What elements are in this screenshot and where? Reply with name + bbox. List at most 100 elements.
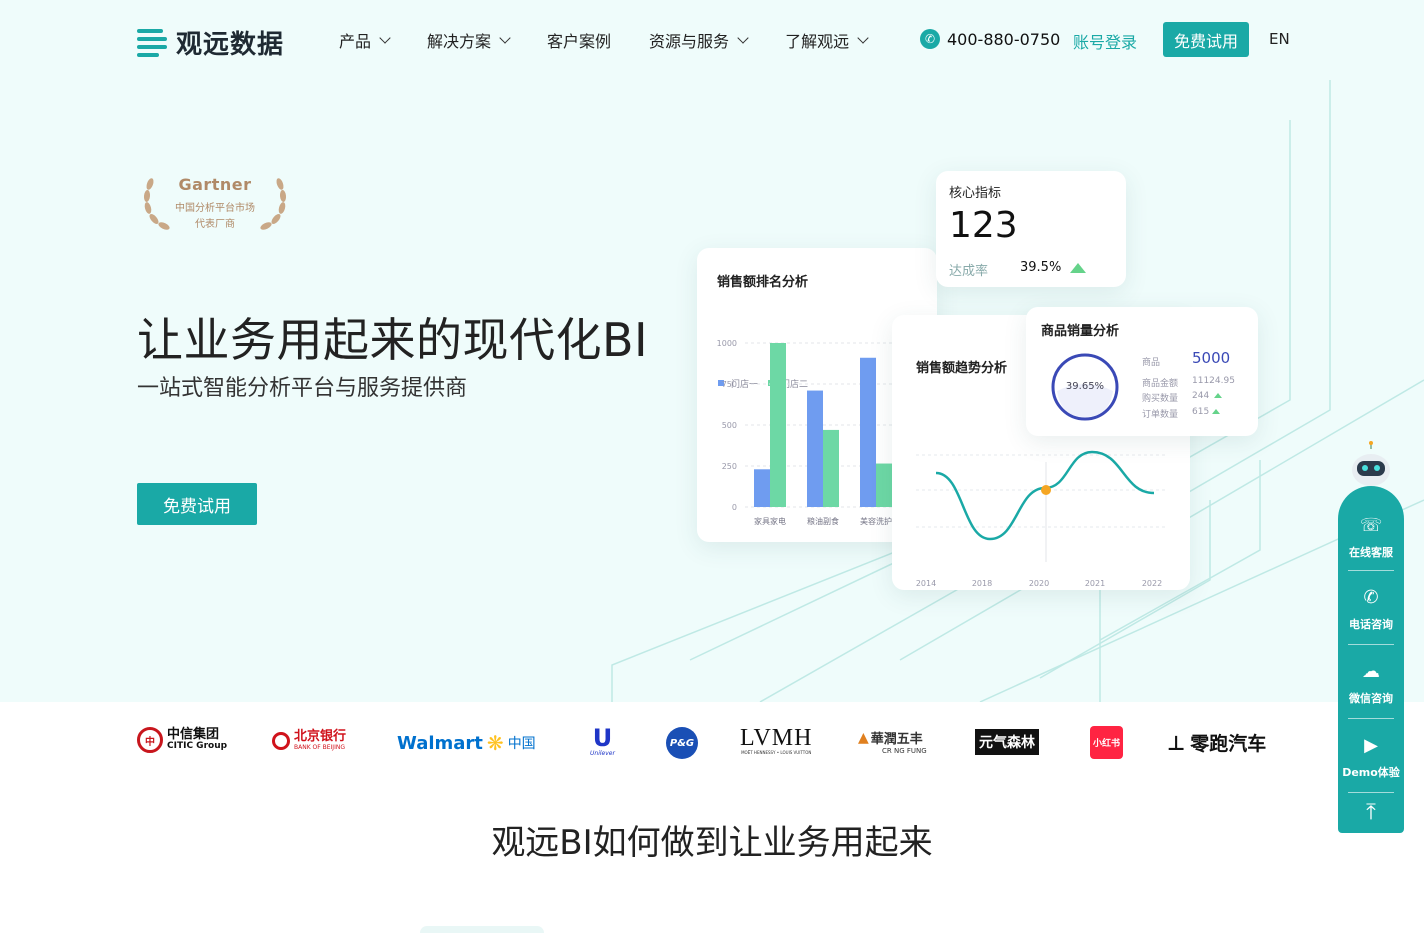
section-title: 观远BI如何做到让业务用起来 (491, 823, 933, 863)
sales-row-value: 11124.95 (1192, 376, 1235, 386)
trend-chart-group: 2014 2018 2020 2021 2022 (916, 450, 1166, 588)
x-tick-label: 2014 (916, 579, 936, 588)
bank-emblem-icon (272, 732, 290, 750)
x-tick-label: 2022 (1142, 579, 1162, 588)
sales-row-label: 商品金额 (1142, 379, 1179, 389)
sales-row-label: 订单数量 (1142, 410, 1179, 420)
logo-text: CITIC Group (167, 741, 228, 751)
product-sales-card: 商品销量分析 39.65% 商品 5000 商品金额 11124.95 购买数量… (1026, 307, 1258, 436)
trend-up-icon (1214, 393, 1222, 398)
phone-number: 400-880-0750 (947, 29, 1061, 49)
trend-up-icon (1212, 409, 1220, 414)
nav-item-resources[interactable]: 资源与服务 (649, 28, 749, 52)
gartner-badge: Gartner 中国分析平台市场 代表厂商 (141, 172, 289, 236)
trend-up-icon (1070, 263, 1086, 273)
logo-pg: P&G (666, 727, 698, 759)
hero-subtitle: 一站式智能分析平台与服务提供商 (137, 376, 468, 401)
x-tick-label: 粮油副食 (807, 516, 839, 526)
sales-row-value: 244 (1192, 391, 1210, 401)
headset-icon: ☏ (1359, 515, 1383, 536)
leapmotor-mark-icon: ⊥ (1167, 730, 1186, 755)
logo-genki-forest: 元气森林 (975, 729, 1039, 755)
logo-text: 中国 (507, 736, 536, 752)
chevron-down-icon (857, 31, 869, 44)
logo-text: 元气森林 (975, 729, 1039, 755)
back-to-top-icon[interactable]: ⤒ (1338, 800, 1404, 825)
highlight-marker (1041, 485, 1051, 495)
bar (754, 469, 770, 507)
logo-leapmotor: ⊥ 零跑汽车 (1167, 729, 1266, 756)
logo-cr-ng-fung: ▲ 華潤五丰 CR NG FUNG (858, 728, 927, 756)
free-trial-button[interactable]: 免费试用 (1163, 22, 1249, 57)
x-tick-label: 美容洗护 (860, 516, 892, 526)
site-header: 观远数据 产品 解决方案 客户案例 资源与服务 了解观远 ✆ 400-880-0… (0, 0, 1424, 80)
brand-name: 观远数据 (176, 30, 285, 60)
x-tick-label: 2018 (972, 579, 992, 588)
nav-item-about[interactable]: 了解观远 (785, 28, 869, 52)
side-item-online-service[interactable]: ☏ 在线客服 (1338, 516, 1404, 560)
nav-item-solutions[interactable]: 解决方案 (427, 28, 511, 52)
x-tick-label: 家具家电 (754, 516, 786, 526)
nav-item-label: 解决方案 (427, 32, 492, 51)
logo-text: P&G (666, 727, 698, 759)
phone-contact[interactable]: ✆ 400-880-0750 (920, 29, 1060, 49)
logo-text: CR NG FUNG (882, 747, 927, 755)
logo-text: Walmart (397, 732, 483, 754)
logo-text: 零跑汽车 (1190, 733, 1267, 755)
unilever-u-icon: U (592, 724, 613, 752)
side-divider (1348, 644, 1394, 645)
x-tick-label: 2020 (1029, 579, 1049, 588)
logo-xiaohongshu: 小红书 (1090, 726, 1123, 759)
side-item-label: 微信咨询 (1349, 692, 1393, 705)
side-item-label: 在线客服 (1349, 546, 1393, 559)
play-icon: ▶ (1364, 735, 1378, 756)
logo-text: 中信集团 (167, 727, 220, 742)
chevron-down-icon (737, 31, 749, 44)
logo-citic: 中 中信集团 CITIC Group (137, 727, 227, 753)
side-item-wechat[interactable]: ☁ 微信咨询 (1338, 662, 1404, 706)
ring-percent: 39.65% (1065, 381, 1105, 392)
logo-unilever: U Unilever (590, 726, 615, 757)
scroll-tab-pill[interactable] (420, 926, 544, 933)
sales-row-value-product: 5000 (1192, 349, 1231, 367)
logo-bank-of-beijing: 北京银行 BANK OF BEIJING (272, 730, 346, 752)
logo-text: MOËT HENNESSY • LOUIS VUITTON (741, 750, 812, 755)
bar (823, 429, 839, 507)
trend-line (935, 450, 1155, 541)
cr-mark-icon: ▲ (858, 729, 869, 746)
achievement-label: 达成率 (949, 264, 989, 279)
badge-line: 中国分析平台市场 (175, 203, 255, 214)
nav-item-label: 资源与服务 (649, 32, 730, 51)
y-tick-label: 1000 (717, 339, 737, 348)
sales-row-value: 615 (1192, 407, 1210, 417)
hero-free-trial-button[interactable]: 免费试用 (137, 483, 257, 525)
bar (770, 343, 786, 507)
logo-text: Unilever (590, 750, 615, 757)
nav-item-label: 了解观远 (785, 32, 850, 51)
core-metric-title: 核心指标 (949, 186, 1002, 201)
brand-logo[interactable]: 观远数据 (137, 24, 284, 61)
y-tick-label: 0 (732, 503, 737, 512)
side-item-label: Demo体验 (1342, 766, 1400, 779)
nav-item-cases[interactable]: 客户案例 (547, 28, 611, 52)
badge-title: Gartner (178, 175, 252, 194)
robot-assistant-icon[interactable] (1346, 440, 1396, 490)
logo-text: 華潤五丰 (870, 732, 923, 747)
core-metric-card: 核心指标 123 达成率 39.5% (936, 171, 1126, 287)
side-item-demo[interactable]: ▶ Demo体验 (1338, 736, 1404, 780)
logo-text: LVMH (740, 725, 813, 751)
logo-text: 小红书 (1090, 726, 1123, 759)
chevron-down-icon (379, 31, 391, 44)
badge-line: 代表厂商 (195, 219, 235, 230)
side-contact-widget: ☏ 在线客服 ✆ 电话咨询 ☁ 微信咨询 ▶ Demo体验 ⤒ (1338, 486, 1404, 833)
phone-icon: ✆ (1363, 587, 1379, 608)
language-switch[interactable]: EN (1269, 30, 1290, 48)
brand-logo-icon (137, 28, 167, 58)
side-item-phone[interactable]: ✆ 电话咨询 (1338, 588, 1404, 632)
login-link[interactable]: 账号登录 (1073, 29, 1137, 53)
nav-item-products[interactable]: 产品 (339, 28, 391, 52)
logo-lvmh: LVMH MOËT HENNESSY • LOUIS VUITTON (740, 726, 812, 755)
y-tick-label: 250 (722, 462, 737, 471)
customer-logos: 中 中信集团 CITIC Group 北京银行 BANK OF BEIJING … (0, 702, 1424, 782)
x-tick-label: 2021 (1085, 579, 1105, 588)
